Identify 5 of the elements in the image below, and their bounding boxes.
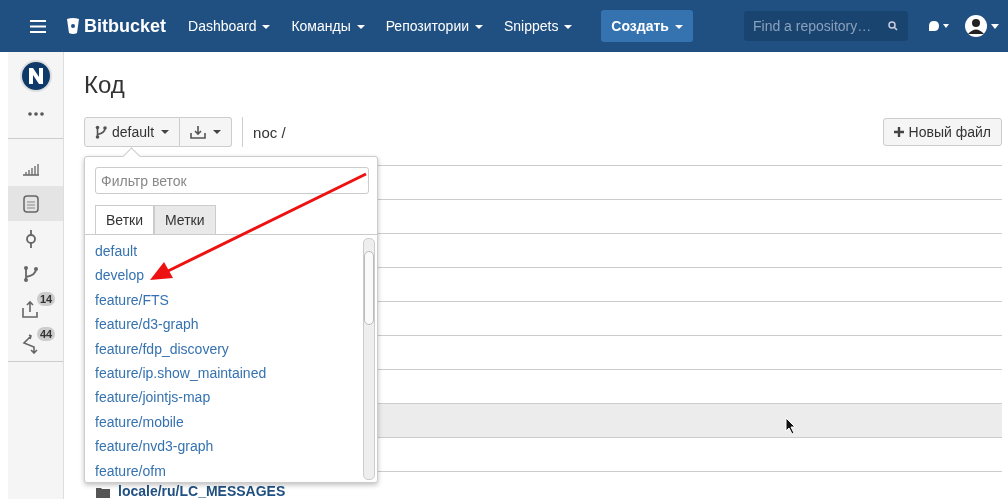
folder-name: locale/ru/LC_MESSAGES	[118, 484, 286, 498]
page-title: Код	[84, 70, 126, 100]
breadcrumb: noc /	[253, 123, 286, 141]
count-badge: 44	[37, 327, 56, 341]
count-badge: 14	[37, 292, 56, 306]
